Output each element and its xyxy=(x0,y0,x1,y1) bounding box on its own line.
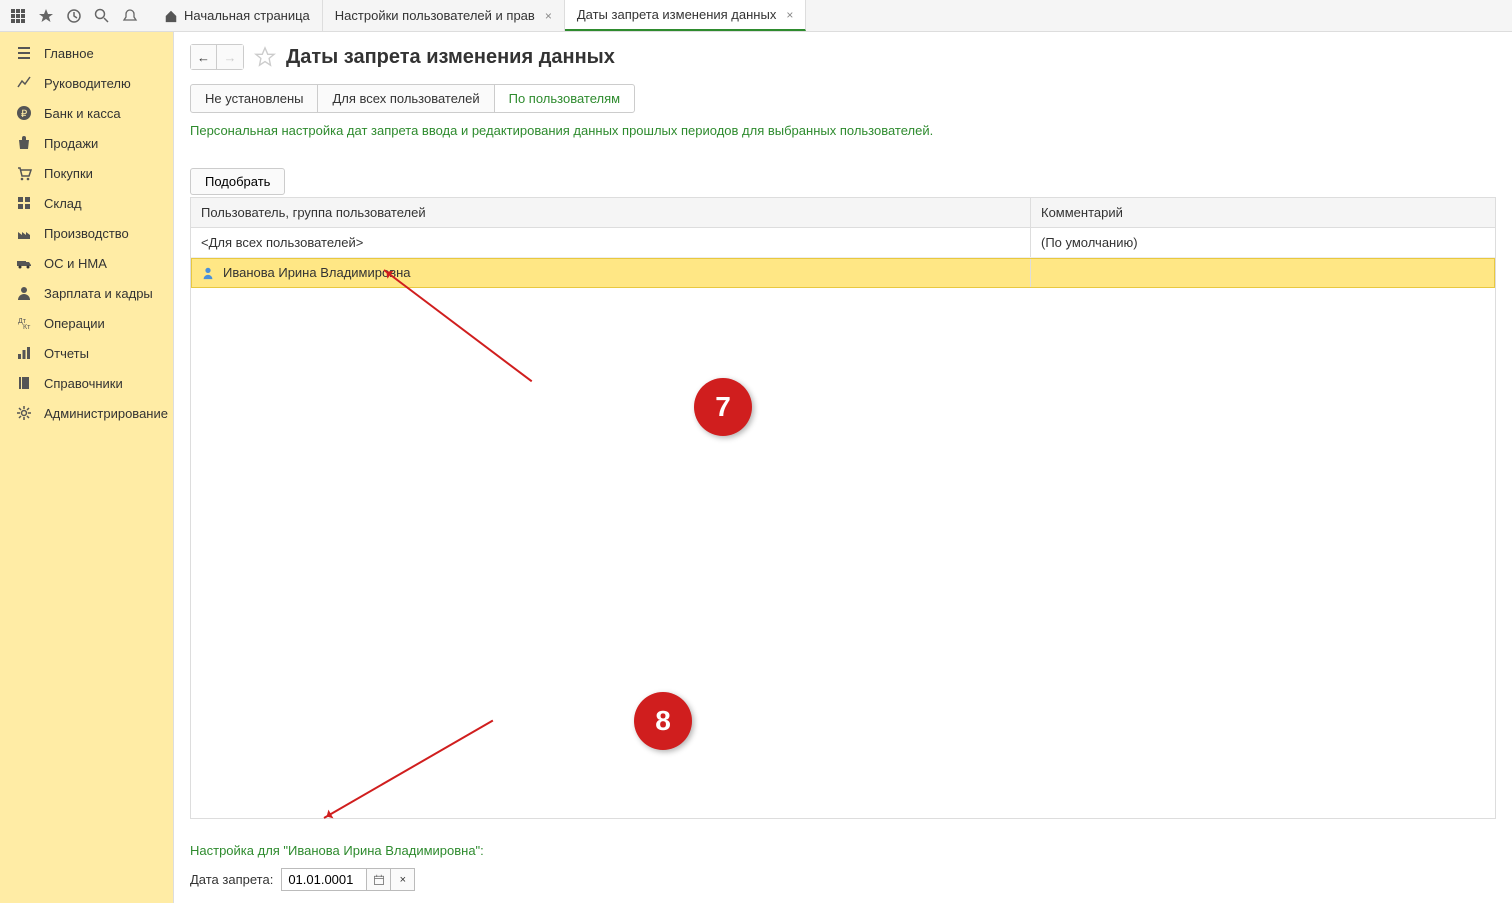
calendar-icon xyxy=(373,874,385,886)
book-icon xyxy=(16,375,32,391)
warehouse-icon xyxy=(16,195,32,211)
sidebar-item-admin[interactable]: Администрирование xyxy=(0,398,173,428)
top-toolbar: Начальная страница Настройки пользовател… xyxy=(0,0,1512,32)
gear-icon xyxy=(16,405,32,421)
favorite-star-icon[interactable] xyxy=(254,46,276,68)
ruble-icon: ₽ xyxy=(16,105,32,121)
clear-date-button[interactable]: × xyxy=(391,868,415,891)
sidebar-item-sales[interactable]: Продажи xyxy=(0,128,173,158)
sidebar-item-purchases[interactable]: Покупки xyxy=(0,158,173,188)
table-header: Пользователь, группа пользователей Комме… xyxy=(191,198,1495,228)
cart-icon xyxy=(16,165,32,181)
date-input-wrap: × xyxy=(281,868,415,891)
tab-settings-users[interactable]: Настройки пользователей и прав × xyxy=(323,0,565,31)
toolbar-icon-group xyxy=(0,0,148,31)
factory-icon xyxy=(16,225,32,241)
settings-for-label: Настройка для "Иванова Ирина Владимировн… xyxy=(190,843,1496,858)
annotation-marker-7: 7 xyxy=(694,378,752,436)
forward-button[interactable]: → xyxy=(217,45,243,69)
bell-icon[interactable] xyxy=(116,0,144,32)
back-button[interactable]: ← xyxy=(191,45,217,69)
table-row[interactable]: <Для всех пользователей> (По умолчанию) xyxy=(191,228,1495,258)
date-input[interactable] xyxy=(281,868,367,891)
page-title: Даты запрета изменения данных xyxy=(286,46,615,69)
filter-tab-byusers[interactable]: По пользователям xyxy=(494,84,635,113)
hint-text: Персональная настройка дат запрета ввода… xyxy=(190,123,1496,138)
calendar-button[interactable] xyxy=(367,868,391,891)
filter-tabs: Не установлены Для всех пользователей По… xyxy=(190,84,1496,113)
sidebar-item-label: Справочники xyxy=(44,376,123,391)
trend-icon xyxy=(16,75,32,91)
person-icon xyxy=(16,285,32,301)
svg-text:Кт: Кт xyxy=(23,324,31,331)
sidebar-item-label: Отчеты xyxy=(44,346,89,361)
bag-icon xyxy=(16,135,32,151)
sidebar-item-salary[interactable]: Зарплата и кадры xyxy=(0,278,173,308)
sidebar-item-main[interactable]: Главное xyxy=(0,38,173,68)
sidebar-item-label: Зарплата и кадры xyxy=(44,286,153,301)
tab-prohibit-dates[interactable]: Даты запрета изменения данных × xyxy=(565,0,807,31)
sidebar-item-label: Покупки xyxy=(44,166,93,181)
date-label: Дата запрета: xyxy=(190,872,273,887)
sidebar-item-label: Главное xyxy=(44,46,94,61)
cell-user: <Для всех пользователей> xyxy=(191,228,1031,257)
truck-icon xyxy=(16,255,32,271)
search-icon[interactable] xyxy=(88,0,116,32)
tab-home[interactable]: Начальная страница xyxy=(152,0,323,31)
svg-text:₽: ₽ xyxy=(21,109,28,120)
sidebar-item-label: Руководителю xyxy=(44,76,131,91)
sidebar-item-operations[interactable]: ДтКт Операции xyxy=(0,308,173,338)
page-header: ← → Даты запрета изменения данных xyxy=(190,44,1496,70)
select-button[interactable]: Подобрать xyxy=(190,168,285,195)
tab-label: Даты запрета изменения данных xyxy=(577,7,776,22)
filter-tab-notset[interactable]: Не установлены xyxy=(190,84,318,113)
sidebar-item-label: Администрирование xyxy=(44,406,168,421)
sidebar-item-production[interactable]: Производство xyxy=(0,218,173,248)
user-icon xyxy=(201,266,215,280)
window-tabs: Начальная страница Настройки пользовател… xyxy=(152,0,806,31)
tab-label: Настройки пользователей и прав xyxy=(335,8,535,23)
date-row: Дата запрета: × xyxy=(190,868,1496,891)
tab-label: Начальная страница xyxy=(184,8,310,23)
sidebar-item-label: ОС и НМА xyxy=(44,256,107,271)
cell-user: Иванова Ирина Владимировна xyxy=(191,258,1031,287)
sidebar-item-label: Склад xyxy=(44,196,82,211)
main-layout: Главное Руководителю ₽ Банк и касса Прода… xyxy=(0,32,1512,903)
column-header-comment[interactable]: Комментарий xyxy=(1031,198,1495,227)
history-icon[interactable] xyxy=(60,0,88,32)
sidebar: Главное Руководителю ₽ Банк и касса Прода… xyxy=(0,32,174,903)
cell-comment: (По умолчанию) xyxy=(1031,228,1495,257)
apps-icon[interactable] xyxy=(4,0,32,32)
bottom-section: Настройка для "Иванова Ирина Владимировн… xyxy=(190,835,1496,891)
sidebar-item-manager[interactable]: Руководителю xyxy=(0,68,173,98)
sidebar-item-catalogs[interactable]: Справочники xyxy=(0,368,173,398)
filter-tab-allusers[interactable]: Для всех пользователей xyxy=(317,84,494,113)
annotation-marker-8: 8 xyxy=(634,692,692,750)
user-table: Пользователь, группа пользователей Комме… xyxy=(190,197,1496,819)
sidebar-item-label: Операции xyxy=(44,316,105,331)
nav-arrows: ← → xyxy=(190,44,244,70)
sidebar-item-bank[interactable]: ₽ Банк и касса xyxy=(0,98,173,128)
content-area: ← → Даты запрета изменения данных Не уст… xyxy=(174,32,1512,903)
close-icon[interactable]: × xyxy=(786,8,793,22)
sidebar-item-assets[interactable]: ОС и НМА xyxy=(0,248,173,278)
sidebar-item-label: Производство xyxy=(44,226,129,241)
chart-icon xyxy=(16,345,32,361)
column-header-user[interactable]: Пользователь, группа пользователей xyxy=(191,198,1031,227)
table-body: <Для всех пользователей> (По умолчанию) … xyxy=(191,228,1495,818)
menu-icon xyxy=(16,45,32,61)
ops-icon: ДтКт xyxy=(16,315,32,331)
cell-comment xyxy=(1031,258,1495,287)
sidebar-item-label: Банк и касса xyxy=(44,106,121,121)
sidebar-item-label: Продажи xyxy=(44,136,98,151)
sidebar-item-reports[interactable]: Отчеты xyxy=(0,338,173,368)
home-icon xyxy=(164,9,178,23)
sidebar-item-warehouse[interactable]: Склад xyxy=(0,188,173,218)
close-icon[interactable]: × xyxy=(545,9,552,23)
star-icon[interactable] xyxy=(32,0,60,32)
